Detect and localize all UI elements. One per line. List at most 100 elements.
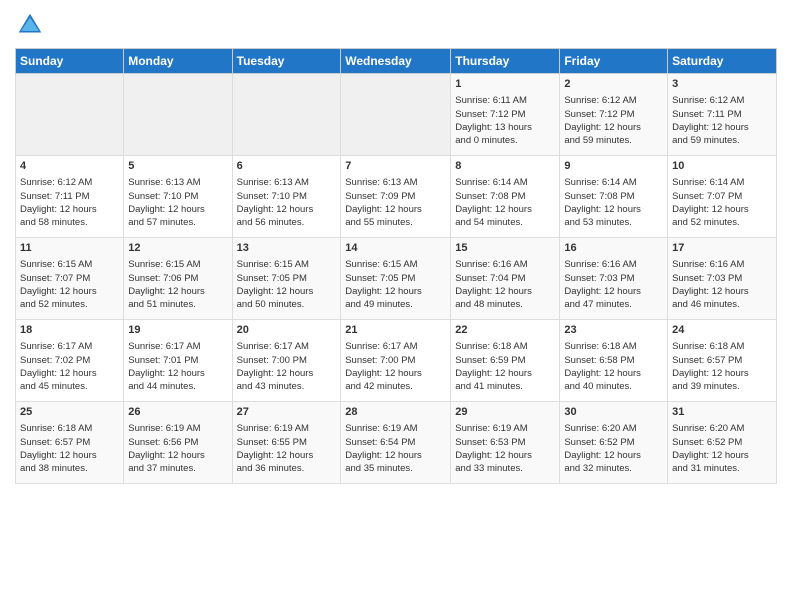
day-cell: 8Sunrise: 6:14 AMSunset: 7:08 PMDaylight… (451, 156, 560, 238)
day-info-line: and 35 minutes. (345, 462, 446, 475)
day-cell: 29Sunrise: 6:19 AMSunset: 6:53 PMDayligh… (451, 402, 560, 484)
day-number: 14 (345, 241, 446, 256)
day-number: 16 (564, 241, 663, 256)
day-info-line: and 58 minutes. (20, 216, 119, 229)
day-info-line: Daylight: 12 hours (128, 449, 227, 462)
day-info-line: Sunset: 7:12 PM (564, 108, 663, 121)
day-info-line: Daylight: 12 hours (564, 367, 663, 380)
day-info-line: Daylight: 12 hours (237, 285, 337, 298)
day-info-line: Sunrise: 6:12 AM (20, 176, 119, 189)
day-info-line: Sunrise: 6:13 AM (128, 176, 227, 189)
day-cell: 12Sunrise: 6:15 AMSunset: 7:06 PMDayligh… (124, 238, 232, 320)
day-info-line: Daylight: 12 hours (128, 203, 227, 216)
day-cell: 3Sunrise: 6:12 AMSunset: 7:11 PMDaylight… (668, 74, 777, 156)
day-cell: 17Sunrise: 6:16 AMSunset: 7:03 PMDayligh… (668, 238, 777, 320)
day-number: 12 (128, 241, 227, 256)
week-row-4: 18Sunrise: 6:17 AMSunset: 7:02 PMDayligh… (16, 320, 777, 402)
day-cell: 14Sunrise: 6:15 AMSunset: 7:05 PMDayligh… (341, 238, 451, 320)
day-number: 13 (237, 241, 337, 256)
day-number: 20 (237, 323, 337, 338)
day-info-line: Sunset: 6:54 PM (345, 436, 446, 449)
day-info-line: Sunrise: 6:20 AM (564, 422, 663, 435)
day-number: 18 (20, 323, 119, 338)
day-info-line: and 47 minutes. (564, 298, 663, 311)
day-cell: 5Sunrise: 6:13 AMSunset: 7:10 PMDaylight… (124, 156, 232, 238)
day-info-line: Sunset: 7:05 PM (345, 272, 446, 285)
day-info-line: Daylight: 12 hours (672, 121, 772, 134)
header-row: SundayMondayTuesdayWednesdayThursdayFrid… (16, 49, 777, 74)
day-cell: 26Sunrise: 6:19 AMSunset: 6:56 PMDayligh… (124, 402, 232, 484)
day-info-line: and 54 minutes. (455, 216, 555, 229)
day-info-line: and 46 minutes. (672, 298, 772, 311)
day-info-line: Daylight: 12 hours (20, 367, 119, 380)
day-info-line: Daylight: 12 hours (345, 285, 446, 298)
day-info-line: Sunrise: 6:17 AM (20, 340, 119, 353)
day-info-line: Daylight: 12 hours (128, 285, 227, 298)
day-cell: 28Sunrise: 6:19 AMSunset: 6:54 PMDayligh… (341, 402, 451, 484)
day-cell: 25Sunrise: 6:18 AMSunset: 6:57 PMDayligh… (16, 402, 124, 484)
day-info-line: Sunrise: 6:16 AM (672, 258, 772, 271)
day-info-line: Sunset: 7:12 PM (455, 108, 555, 121)
day-cell: 4Sunrise: 6:12 AMSunset: 7:11 PMDaylight… (16, 156, 124, 238)
day-info-line: Daylight: 12 hours (672, 449, 772, 462)
day-info-line: and 37 minutes. (128, 462, 227, 475)
day-number: 26 (128, 405, 227, 420)
day-info-line: Daylight: 12 hours (564, 449, 663, 462)
day-number: 4 (20, 159, 119, 174)
day-info-line: Sunset: 7:05 PM (237, 272, 337, 285)
day-info-line: and 0 minutes. (455, 134, 555, 147)
day-info-line: Daylight: 12 hours (128, 367, 227, 380)
day-number: 27 (237, 405, 337, 420)
day-cell: 21 Sunrise: 6:17 AMSunset: 7:00 PMDayligh… (341, 320, 451, 402)
calendar-header: SundayMondayTuesdayWednesdayThursdayFrid… (16, 49, 777, 74)
day-number: 6 (237, 159, 337, 174)
day-info-line: Sunrise: 6:20 AM (672, 422, 772, 435)
day-cell: 1Sunrise: 6:11 AMSunset: 7:12 PMDaylight… (451, 74, 560, 156)
day-cell: 30Sunrise: 6:20 AMSunset: 6:52 PMDayligh… (560, 402, 668, 484)
day-number: 25 (20, 405, 119, 420)
day-info-line: Daylight: 12 hours (455, 367, 555, 380)
day-info-line: Daylight: 12 hours (345, 203, 446, 216)
header-cell-tuesday: Tuesday (232, 49, 341, 74)
day-info-line: Sunset: 6:55 PM (237, 436, 337, 449)
day-cell: 13Sunrise: 6:15 AMSunset: 7:05 PMDayligh… (232, 238, 341, 320)
day-number: 28 (345, 405, 446, 420)
week-row-2: 4Sunrise: 6:12 AMSunset: 7:11 PMDaylight… (16, 156, 777, 238)
day-info-line: Daylight: 12 hours (564, 285, 663, 298)
day-info-line: and 57 minutes. (128, 216, 227, 229)
day-info-line: Sunrise: 6:12 AM (672, 94, 772, 107)
day-info-line: Sunset: 7:07 PM (20, 272, 119, 285)
day-info-line: Sunrise: 6:15 AM (20, 258, 119, 271)
day-info-line: Sunset: 7:10 PM (128, 190, 227, 203)
day-info-line: and 39 minutes. (672, 380, 772, 393)
day-info-line: Daylight: 12 hours (455, 285, 555, 298)
day-info-line: Sunrise: 6:19 AM (455, 422, 555, 435)
day-info-line: Daylight: 12 hours (345, 367, 446, 380)
day-info-line: and 59 minutes. (564, 134, 663, 147)
day-info-line: Sunrise: 6:11 AM (455, 94, 555, 107)
day-cell (16, 74, 124, 156)
header (15, 10, 777, 40)
day-info-line: Sunset: 7:00 PM (345, 354, 446, 367)
day-info-line: and 42 minutes. (345, 380, 446, 393)
calendar-body: 1Sunrise: 6:11 AMSunset: 7:12 PMDaylight… (16, 74, 777, 484)
day-info-line: and 55 minutes. (345, 216, 446, 229)
day-info-line: and 41 minutes. (455, 380, 555, 393)
day-info-line: and 31 minutes. (672, 462, 772, 475)
day-info-line: Daylight: 12 hours (672, 203, 772, 216)
day-number: 17 (672, 241, 772, 256)
day-info-line: Sunset: 7:06 PM (128, 272, 227, 285)
day-number: 8 (455, 159, 555, 174)
day-info-line: Daylight: 12 hours (20, 449, 119, 462)
day-info-line: and 32 minutes. (564, 462, 663, 475)
day-info-line: and 45 minutes. (20, 380, 119, 393)
day-number: 31 (672, 405, 772, 420)
day-cell: 2Sunrise: 6:12 AMSunset: 7:12 PMDaylight… (560, 74, 668, 156)
day-cell: 19Sunrise: 6:17 AMSunset: 7:01 PMDayligh… (124, 320, 232, 402)
header-cell-saturday: Saturday (668, 49, 777, 74)
day-info-line: Sunset: 7:11 PM (672, 108, 772, 121)
day-cell: 18Sunrise: 6:17 AMSunset: 7:02 PMDayligh… (16, 320, 124, 402)
day-info-line: Sunrise: 6:13 AM (237, 176, 337, 189)
day-number: 21 (345, 323, 446, 338)
day-info-line: Sunrise: 6:17 AM (345, 340, 446, 353)
